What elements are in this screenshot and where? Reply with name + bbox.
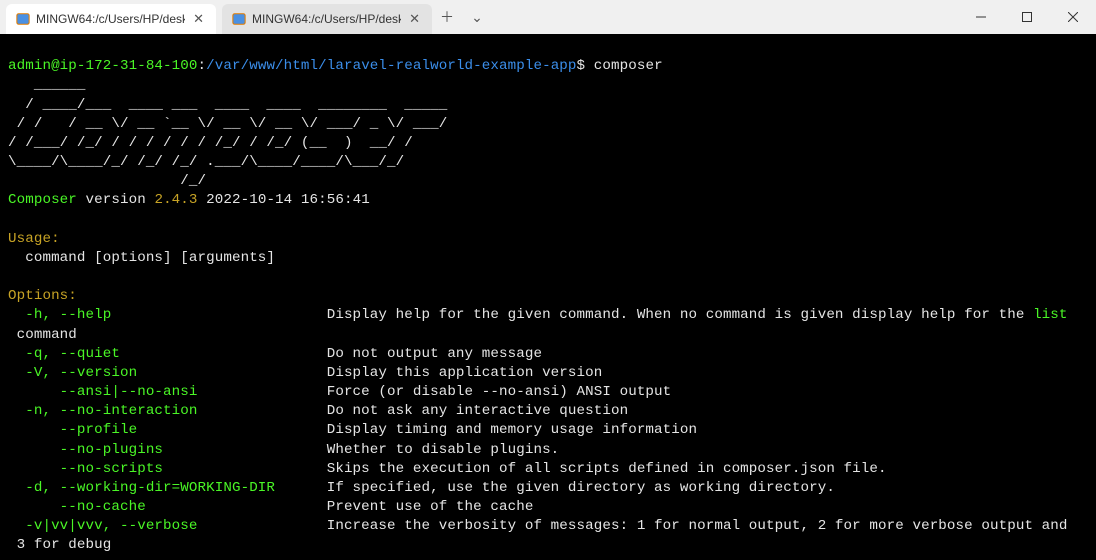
option-desc: Prevent use of the cache: [327, 499, 534, 515]
ascii-line: / / / __ \/ __ `__ \/ __ \/ __ \/ ___/ _…: [8, 116, 447, 132]
option-flag: -v|vv|vvv, --verbose: [8, 518, 327, 534]
option-desc: Do not ask any interactive question: [327, 403, 629, 419]
new-tab-button[interactable]: ＋: [432, 0, 462, 34]
tabs: MINGW64:/c/Users/HP/deskto ✕ MINGW64:/c/…: [0, 0, 432, 34]
prompt-cmd: composer: [594, 58, 663, 74]
options-list: -h, --help Display help for the given co…: [8, 306, 1088, 555]
option-desc: Do not output any message: [327, 346, 542, 362]
tab-label: MINGW64:/c/Users/HP/desktop: [252, 12, 401, 26]
option-flag: --profile: [8, 422, 327, 438]
option-desc: Force (or disable --no-ansi) ANSI output: [327, 384, 672, 400]
ascii-line: \____/\____/_/ /_/ /_/ .___/\____/____/\…: [8, 154, 404, 170]
titlebar: MINGW64:/c/Users/HP/deskto ✕ MINGW64:/c/…: [0, 0, 1096, 34]
version-word: version: [77, 192, 155, 208]
option-wrap: 3 for debug: [8, 537, 111, 553]
tab-dropdown-button[interactable]: ⌄: [462, 0, 492, 34]
option-flag: --ansi|--no-ansi: [8, 384, 327, 400]
usage-body: command [options] [arguments]: [8, 250, 275, 266]
option-desc: Increase the verbosity of messages: 1 fo…: [327, 518, 1068, 534]
terminal-icon: [232, 12, 246, 26]
tab-label: MINGW64:/c/Users/HP/deskto: [36, 12, 185, 26]
terminal-output[interactable]: admin@ip-172-31-84-100:/var/www/html/lar…: [0, 34, 1096, 560]
ascii-line: / ____/___ ____ ___ ____ ____ ________ _…: [8, 97, 447, 113]
option-flag: -n, --no-interaction: [8, 403, 327, 419]
version-date: 2022-10-14 16:56:41: [198, 192, 370, 208]
prompt-user: admin@ip-172-31-84-100: [8, 58, 198, 74]
terminal-icon: [16, 12, 30, 26]
version-number: 2.4.3: [154, 192, 197, 208]
option-flag: -d, --working-dir=WORKING-DIR: [8, 480, 327, 496]
maximize-button[interactable]: [1004, 0, 1050, 34]
minimize-button[interactable]: [958, 0, 1004, 34]
option-flag: --no-scripts: [8, 461, 327, 477]
option-flag: --no-cache: [8, 499, 327, 515]
option-desc: Display help for the given command. When…: [327, 307, 1033, 323]
prompt-dollar: $: [577, 58, 586, 74]
option-desc: Display this application version: [327, 365, 603, 381]
composer-word: Composer: [8, 192, 77, 208]
option-desc: Display timing and memory usage informat…: [327, 422, 697, 438]
option-flag: -V, --version: [8, 365, 327, 381]
prompt-sep: :: [198, 58, 207, 74]
close-icon[interactable]: ✕: [407, 11, 422, 27]
option-desc: Skips the execution of all scripts defin…: [327, 461, 887, 477]
close-icon[interactable]: ✕: [191, 11, 206, 27]
tab-2[interactable]: MINGW64:/c/Users/HP/desktop ✕: [222, 4, 432, 34]
option-flag: -h, --help: [8, 307, 327, 323]
option-desc: Whether to disable plugins.: [327, 442, 560, 458]
options-header: Options:: [8, 288, 77, 304]
ascii-line: / /___/ /_/ / / / / / / /_/ / /_/ (__ ) …: [8, 135, 413, 151]
option-flag: --no-plugins: [8, 442, 327, 458]
option-wrap: command: [8, 327, 77, 343]
prompt-path: /var/www/html/laravel-realworld-example-…: [206, 58, 576, 74]
drag-region[interactable]: [492, 0, 958, 34]
close-window-button[interactable]: [1050, 0, 1096, 34]
option-trail: list: [1033, 307, 1067, 323]
ascii-line: ______: [8, 77, 86, 93]
option-flag: -q, --quiet: [8, 346, 327, 362]
ascii-line: /_/: [8, 173, 206, 189]
usage-header: Usage:: [8, 231, 60, 247]
tab-1[interactable]: MINGW64:/c/Users/HP/deskto ✕: [6, 4, 216, 34]
option-desc: If specified, use the given directory as…: [327, 480, 835, 496]
